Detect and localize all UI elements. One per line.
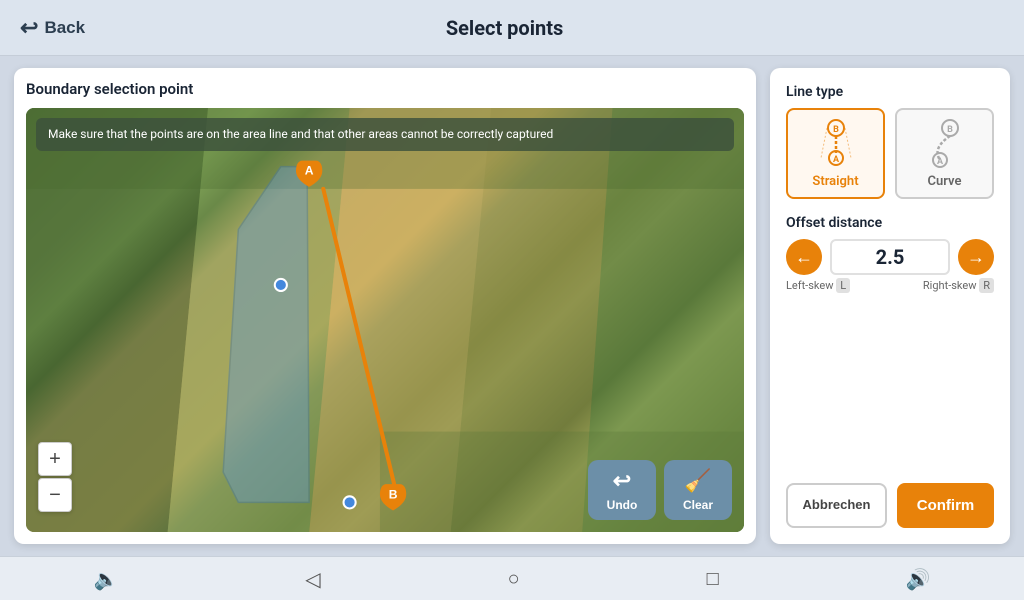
svg-text:B: B <box>389 487 398 501</box>
zoom-out-button[interactable]: − <box>38 478 72 512</box>
undo-label: Undo <box>607 498 638 512</box>
offset-decrease-button[interactable]: ← <box>786 239 822 275</box>
right-skew-label: Right-skew R <box>923 279 994 292</box>
map-container[interactable]: A B Make sure that the points are on the… <box>26 108 744 532</box>
confirm-button[interactable]: Confirm <box>897 483 994 528</box>
main-content: Boundary selection point <box>0 56 1024 556</box>
map-actions: ↩ Undo 🧹 Clear <box>588 460 732 520</box>
offset-section: Offset distance ← 2.5 → Left-skew L Righ… <box>786 215 994 292</box>
svg-text:B: B <box>833 125 839 135</box>
line-type-straight[interactable]: B A Straight <box>786 108 885 199</box>
map-background: A B Make sure that the points are on the… <box>26 108 744 532</box>
left-skew-key: L <box>836 278 850 293</box>
recents-nav-icon[interactable]: □ <box>707 566 719 591</box>
clear-icon: 🧹 <box>684 468 711 494</box>
abbrechen-button[interactable]: Abbrechen <box>786 483 887 528</box>
left-skew-label: Left-skew L <box>786 279 850 292</box>
curve-icon: B A <box>920 118 970 168</box>
svg-text:A: A <box>832 155 839 165</box>
svg-text:A: A <box>936 157 943 167</box>
back-nav-icon[interactable]: ◁ <box>305 567 320 591</box>
panel-title: Boundary selection point <box>26 80 744 98</box>
undo-button[interactable]: ↩ Undo <box>588 460 656 520</box>
page-title: Select points <box>85 16 924 40</box>
bottom-buttons: Abbrechen Confirm <box>786 483 994 528</box>
undo-icon: ↩ <box>613 468 631 494</box>
top-bar: ↩ Back Select points <box>0 0 1024 56</box>
info-banner: Make sure that the points are on the are… <box>36 118 734 151</box>
right-panel: Line type B A Straight <box>770 68 1010 544</box>
offset-control: ← 2.5 → <box>786 239 994 275</box>
clear-button[interactable]: 🧹 Clear <box>664 460 732 520</box>
right-skew-key: R <box>979 278 994 293</box>
offset-label: Offset distance <box>786 215 994 231</box>
volume-down-icon[interactable]: 🔈 <box>93 567 118 591</box>
line-type-section: Line type B A Straight <box>786 84 994 199</box>
back-label: Back <box>44 18 85 38</box>
back-arrow-icon: ↩ <box>20 15 38 41</box>
offset-increase-button[interactable]: → <box>958 239 994 275</box>
back-button[interactable]: ↩ Back <box>20 15 85 41</box>
home-nav-icon[interactable]: ○ <box>508 566 520 591</box>
zoom-in-button[interactable]: + <box>38 442 72 476</box>
clear-label: Clear <box>683 498 713 512</box>
volume-up-icon[interactable]: 🔊 <box>906 567 931 591</box>
straight-icon: B A <box>811 118 861 168</box>
offset-labels: Left-skew L Right-skew R <box>786 279 994 292</box>
left-panel: Boundary selection point <box>14 68 756 544</box>
straight-label: Straight <box>812 174 858 189</box>
zoom-controls: + − <box>38 442 72 512</box>
offset-value: 2.5 <box>830 239 950 275</box>
bottom-nav: 🔈 ◁ ○ □ 🔊 <box>0 556 1024 600</box>
line-type-curve[interactable]: B A Curve <box>895 108 994 199</box>
curve-label: Curve <box>928 174 962 189</box>
line-type-label: Line type <box>786 84 994 100</box>
line-type-row: B A Straight B <box>786 108 994 199</box>
svg-text:A: A <box>305 164 314 178</box>
svg-text:B: B <box>947 125 953 135</box>
